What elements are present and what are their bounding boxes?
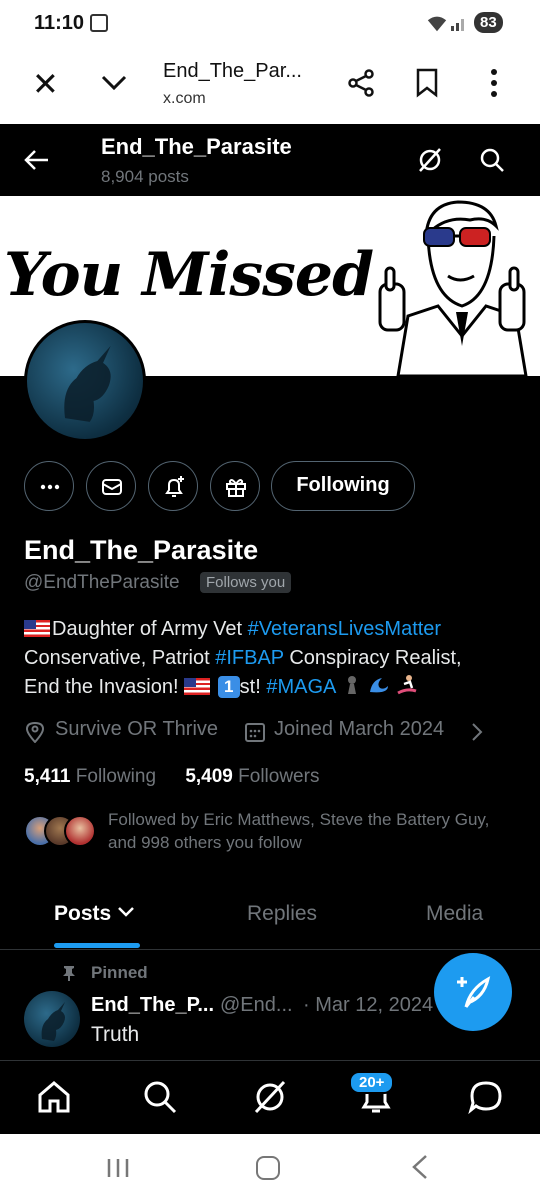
- followed-by-text[interactable]: Followed by Eric Matthews, Steve the Bat…: [108, 808, 518, 854]
- chevron-down-icon: [118, 907, 134, 917]
- following-label: Following: [75, 766, 157, 787]
- joined-text: Joined March 2024: [274, 718, 445, 740]
- follows-you-badge: Follows you: [200, 572, 292, 593]
- bio-text: Conservative, Patriot: [24, 647, 216, 669]
- followers-count: 5,409: [185, 766, 233, 787]
- display-name: End_The_Parasite: [24, 535, 259, 565]
- more-horizontal-icon: [40, 484, 60, 490]
- banner-text: You Missed: [4, 240, 374, 310]
- search-icon[interactable]: [142, 1079, 178, 1115]
- profile-avatar[interactable]: [24, 320, 146, 442]
- close-icon[interactable]: ✕: [32, 68, 59, 100]
- pinned-label: Pinned: [91, 963, 148, 982]
- bio-text: Conspiracy Realist,: [283, 647, 462, 669]
- home-icon[interactable]: [36, 1079, 72, 1115]
- chevron-right-icon: [472, 723, 483, 741]
- bottom-navigation: 20+: [0, 1060, 540, 1134]
- signal-icon: [451, 19, 464, 31]
- battery-indicator: 83: [474, 12, 503, 33]
- tab-replies[interactable]: Replies: [247, 902, 317, 926]
- following-stat[interactable]: 5,411 Following: [24, 766, 156, 787]
- bookmark-icon[interactable]: [414, 68, 440, 98]
- tab-posts[interactable]: Posts: [54, 902, 135, 926]
- more-vert-icon[interactable]: [482, 66, 506, 100]
- post-avatar[interactable]: [24, 991, 80, 1047]
- profile-header: End_The_Parasite 8,904 posts: [0, 124, 540, 196]
- followers-label: Followers: [238, 766, 320, 787]
- messages-icon[interactable]: [468, 1079, 504, 1115]
- profile-bio: Daughter of Army Vet #VeteransLivesMatte…: [24, 615, 524, 702]
- hashtag-link[interactable]: #IFBAP: [215, 647, 284, 669]
- post-author-name[interactable]: End_The_P...: [91, 994, 214, 1017]
- profile-joined[interactable]: Joined March 2024: [244, 718, 483, 742]
- compose-feather-icon: [457, 976, 491, 1008]
- gift-icon: [226, 479, 246, 497]
- back-icon[interactable]: [408, 1154, 432, 1180]
- active-tab-indicator: [54, 943, 140, 948]
- location-pin-icon: [25, 721, 45, 743]
- status-bar: 11:10 83: [0, 0, 540, 48]
- profile-location: Survive OR Thrive: [24, 718, 219, 743]
- followers-stat[interactable]: 5,409 Followers: [185, 766, 319, 787]
- chevron-down-icon[interactable]: [100, 68, 128, 96]
- tab-media[interactable]: Media: [426, 902, 483, 926]
- follow-stats: 5,411 Following 5,409 Followers: [24, 766, 319, 788]
- screen-capture-icon: [90, 14, 108, 32]
- post-text[interactable]: Truth: [91, 1023, 139, 1047]
- followed-by-avatars[interactable]: [24, 815, 96, 849]
- chess-pawn-icon: [347, 676, 356, 694]
- post-date[interactable]: · Mar 12, 2024: [303, 994, 433, 1017]
- tab-posts-label: Posts: [54, 902, 112, 925]
- user-handle: @EndTheParasite: [24, 572, 180, 593]
- us-flag-icon: [184, 678, 211, 695]
- grok-icon[interactable]: [416, 146, 444, 174]
- browser-toolbar: ✕ End_The_Par... x.com: [0, 48, 540, 124]
- calendar-icon: [245, 723, 265, 742]
- share-icon[interactable]: [346, 68, 376, 98]
- us-flag-icon: [24, 620, 50, 637]
- more-options-button[interactable]: [24, 461, 74, 511]
- grok-icon[interactable]: [252, 1079, 288, 1115]
- notify-button[interactable]: [148, 461, 198, 511]
- back-arrow-icon[interactable]: [22, 146, 50, 174]
- wifi-icon: [427, 16, 447, 32]
- page-title: End_The_Par...: [163, 60, 302, 82]
- page-url: x.com: [163, 90, 206, 107]
- bell-plus-icon: [165, 476, 184, 497]
- pin-icon: [63, 966, 75, 981]
- status-time: 11:10: [34, 12, 85, 34]
- water-wave-icon: [370, 678, 389, 693]
- bio-text: End the Invasion!: [24, 676, 185, 698]
- profile-tabs: Posts Replies Media: [0, 886, 540, 950]
- post-author-handle[interactable]: @End...: [220, 994, 293, 1017]
- banner-illustration: [378, 200, 528, 376]
- envelope-icon: [102, 479, 122, 495]
- avatar: [64, 815, 96, 847]
- recent-apps-icon[interactable]: [106, 1158, 130, 1178]
- notification-badge: 20+: [349, 1071, 395, 1094]
- header-name: End_The_Parasite: [101, 134, 292, 159]
- keycap-one-icon: 1: [217, 676, 240, 698]
- message-button[interactable]: [86, 461, 136, 511]
- home-button-icon[interactable]: [256, 1156, 280, 1180]
- following-count: 5,411: [24, 766, 71, 787]
- hashtag-link[interactable]: #MAGA: [266, 676, 335, 698]
- location-text: Survive OR Thrive: [55, 718, 219, 740]
- hashtag-link[interactable]: #VeteransLivesMatter: [248, 618, 441, 640]
- bio-text: st!: [239, 676, 267, 698]
- surfer-icon: [397, 675, 417, 695]
- unicorn-silhouette: [64, 345, 111, 422]
- search-icon[interactable]: [478, 146, 506, 174]
- following-button[interactable]: Following: [271, 461, 415, 511]
- unicorn-silhouette: [41, 1002, 65, 1041]
- compose-post-button[interactable]: [434, 953, 512, 1031]
- bio-text: Daughter of Army Vet: [52, 618, 248, 640]
- gift-button[interactable]: [210, 461, 260, 511]
- header-posts-count: 8,904 posts: [101, 167, 189, 186]
- system-navigation: [0, 1134, 540, 1200]
